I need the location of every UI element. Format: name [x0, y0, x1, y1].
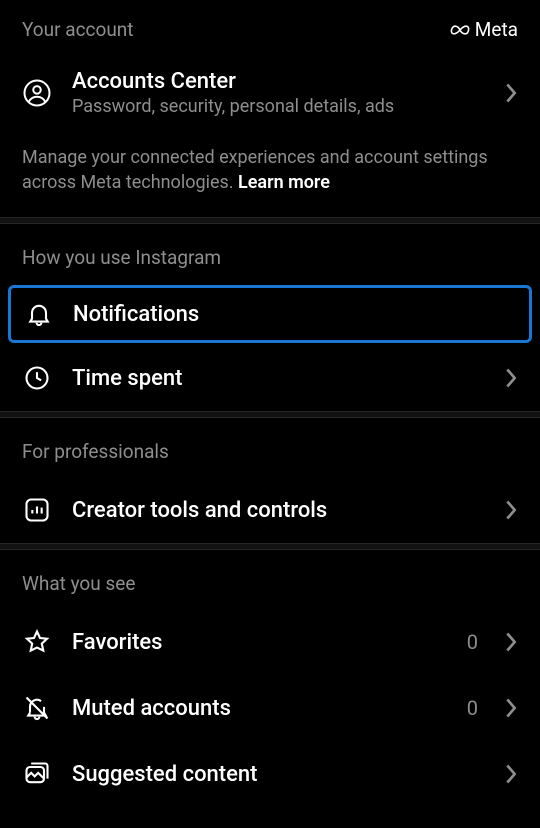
chevron-right-icon: [504, 631, 518, 653]
what-you-see-header: What you see: [0, 550, 540, 609]
accounts-center-title: Accounts Center: [72, 69, 484, 94]
favorites-label: Favorites: [72, 630, 447, 655]
bell-icon: [25, 300, 53, 328]
your-account-section: Your account Meta Accounts Center Passwo…: [0, 0, 540, 217]
professionals-header: For professionals: [0, 418, 540, 477]
meta-brand-text: Meta: [475, 18, 518, 41]
professionals-section: For professionals Creator tools and cont…: [0, 418, 540, 543]
your-account-header: Your account Meta: [0, 0, 540, 53]
notifications-label: Notifications: [73, 302, 199, 327]
section-divider: [0, 411, 540, 418]
suggested-content-label: Suggested content: [72, 762, 484, 787]
meta-brand: Meta: [449, 18, 518, 41]
how-you-use-header: How you use Instagram: [0, 224, 540, 283]
clock-icon: [22, 363, 52, 393]
notifications-row[interactable]: Notifications: [8, 285, 532, 343]
image-stack-icon: [22, 759, 52, 789]
chart-box-icon: [22, 495, 52, 525]
what-you-see-section: What you see Favorites 0 Muted accounts …: [0, 550, 540, 807]
suggested-content-row[interactable]: Suggested content: [0, 741, 540, 807]
section-divider: [0, 543, 540, 550]
chevron-right-icon: [504, 763, 518, 785]
chevron-right-icon: [504, 697, 518, 719]
favorites-row[interactable]: Favorites 0: [0, 609, 540, 675]
accounts-center-row[interactable]: Accounts Center Password, security, pers…: [0, 53, 540, 133]
meta-infinity-icon: [449, 23, 471, 37]
time-spent-row[interactable]: Time spent: [0, 345, 540, 411]
section-divider: [0, 217, 540, 224]
your-account-label: Your account: [22, 18, 134, 41]
creator-tools-label: Creator tools and controls: [72, 498, 484, 523]
how-you-use-section: How you use Instagram Notifications Time…: [0, 224, 540, 411]
accounts-center-subtitle: Password, security, personal details, ad…: [72, 96, 484, 117]
learn-more-link[interactable]: Learn more: [238, 172, 330, 193]
accounts-center-text: Accounts Center Password, security, pers…: [72, 69, 484, 117]
muted-accounts-label: Muted accounts: [72, 696, 447, 721]
time-spent-label: Time spent: [72, 366, 484, 391]
favorites-count: 0: [467, 630, 478, 654]
chevron-right-icon: [504, 82, 518, 104]
chevron-right-icon: [504, 367, 518, 389]
muted-accounts-row[interactable]: Muted accounts 0: [0, 675, 540, 741]
muted-accounts-count: 0: [467, 696, 478, 720]
accounts-center-description: Manage your connected experiences and ac…: [0, 133, 540, 217]
creator-tools-row[interactable]: Creator tools and controls: [0, 477, 540, 543]
chevron-right-icon: [504, 499, 518, 521]
person-circle-icon: [22, 78, 52, 108]
bell-off-icon: [22, 693, 52, 723]
star-icon: [22, 627, 52, 657]
